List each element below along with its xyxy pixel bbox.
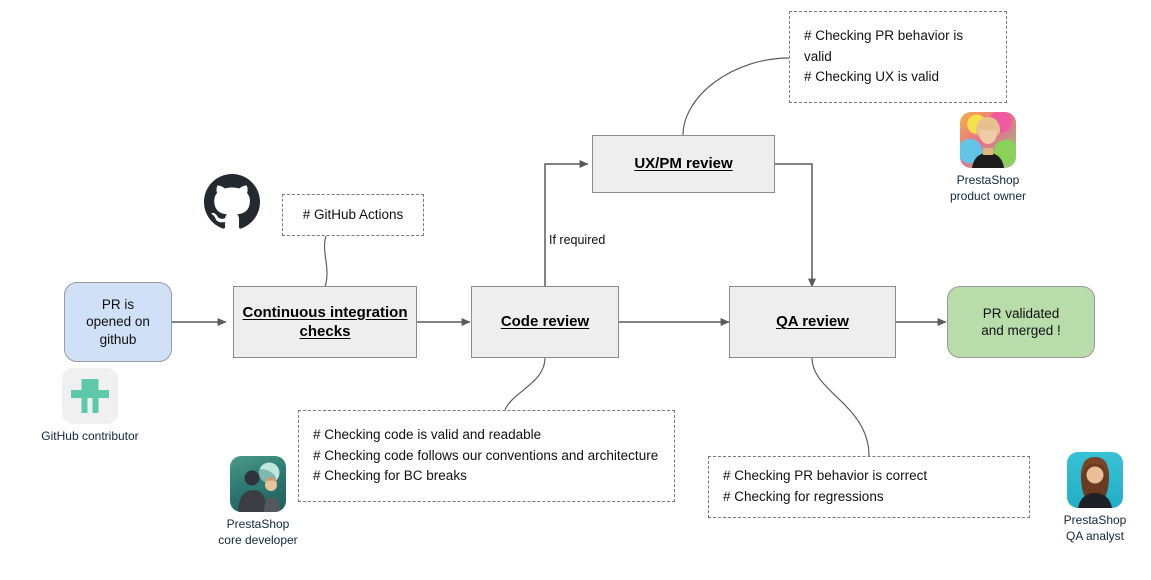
leader-code-review-to-note xyxy=(504,357,546,411)
product-owner-avatar xyxy=(960,112,1016,168)
github-octocat-icon xyxy=(204,174,260,230)
node-qa-review[interactable]: QA review xyxy=(729,286,896,358)
contributor-figure-icon xyxy=(71,379,109,413)
note-code-review: # Checking code is valid and readable # … xyxy=(298,410,675,502)
note-uxpm-review: # Checking PR behavior is valid # Checki… xyxy=(789,11,1007,103)
node-uxpm-review[interactable]: UX/PM review xyxy=(592,135,775,193)
persona-qa-analyst: PrestaShop QA analyst xyxy=(1047,452,1143,544)
leader-ci-to-github-actions xyxy=(324,235,328,288)
node-continuous-integration-checks[interactable]: Continuous integration checks xyxy=(233,286,417,358)
persona-github-contributor-caption: GitHub contributor xyxy=(41,429,139,443)
persona-product-owner: PrestaShop product owner xyxy=(940,112,1036,204)
persona-product-owner-caption: PrestaShop product owner xyxy=(949,173,1027,203)
core-developer-avatar xyxy=(230,456,286,512)
node-code-review-label: Code review xyxy=(500,313,590,331)
persona-core-developer: PrestaShop core developer xyxy=(210,456,306,548)
github-contributor-avatar xyxy=(62,368,118,424)
leader-qa-to-note xyxy=(811,357,870,457)
diagram-canvas: PR is opened on github Continuous integr… xyxy=(0,0,1151,580)
persona-qa-analyst-caption: PrestaShop QA analyst xyxy=(1063,513,1127,543)
leader-uxpm-to-note xyxy=(682,57,790,136)
edge-label-if-required: If required xyxy=(549,233,606,247)
node-code-review[interactable]: Code review xyxy=(471,286,619,358)
node-start-label: PR is opened on github xyxy=(86,297,150,347)
note-github-actions: # GitHub Actions xyxy=(282,194,424,236)
node-uxpm-review-label: UX/PM review xyxy=(634,155,733,173)
node-end[interactable]: PR validated and merged ! xyxy=(947,286,1095,358)
note-qa-review: # Checking PR behavior is correct # Chec… xyxy=(708,456,1030,518)
persona-github-contributor: GitHub contributor xyxy=(41,368,139,445)
node-ci-label: Continuous integration checks xyxy=(242,303,408,340)
persona-core-developer-caption: PrestaShop core developer xyxy=(218,517,298,547)
qa-analyst-avatar xyxy=(1067,452,1123,508)
edge-code-review-to-uxpm xyxy=(544,160,589,287)
node-end-label: PR validated and merged ! xyxy=(981,305,1061,338)
edge-uxpm-to-qa xyxy=(775,163,816,288)
node-qa-review-label: QA review xyxy=(776,313,849,331)
node-start[interactable]: PR is opened on github xyxy=(64,282,172,362)
